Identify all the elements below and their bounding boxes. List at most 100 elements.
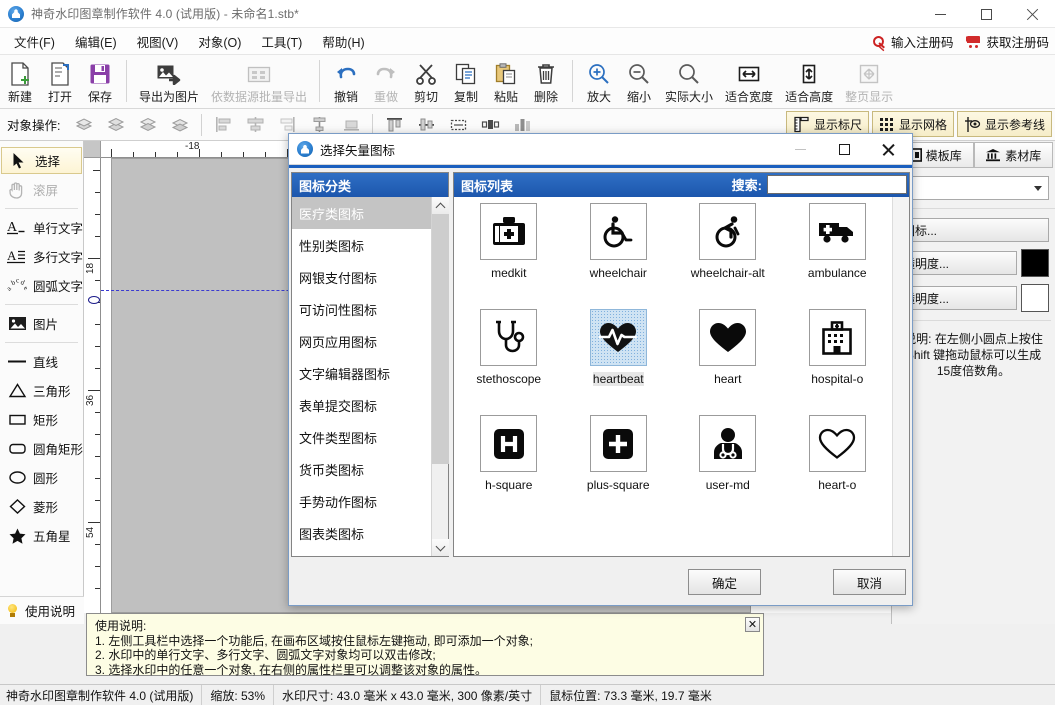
toggle-show-guides[interactable]: 显示参考线	[956, 111, 1052, 137]
toolbar-zoom-in-button[interactable]: 放大	[579, 58, 619, 106]
category-item-chart[interactable]: 图表类图标	[292, 517, 448, 549]
send-backward-button[interactable]	[132, 112, 164, 138]
toolbar-undo-button[interactable]: 撤销	[326, 58, 366, 106]
bring-to-front-button[interactable]	[68, 112, 100, 138]
icon-cell-stethoscope[interactable]: stethoscope	[454, 309, 564, 415]
category-item-gender[interactable]: 性别类图标	[292, 229, 448, 261]
category-item-medical[interactable]: 医疗类图标	[292, 197, 448, 229]
menu-tools[interactable]: 工具(T)	[251, 29, 312, 54]
window-close-button[interactable]	[1009, 0, 1055, 28]
icon-grid-scrollbar[interactable]	[892, 197, 909, 556]
category-item-text-editor[interactable]: 文字编辑器图标	[292, 357, 448, 389]
category-item-currency[interactable]: 货币类图标	[292, 453, 448, 485]
ambulance-icon[interactable]	[808, 203, 866, 260]
guide-handle[interactable]	[88, 296, 100, 304]
dialog-ok-button[interactable]: 确定	[688, 569, 761, 595]
toolbar-actual-size-button[interactable]: 实际大小	[659, 58, 719, 106]
toolbar-fit-page-button[interactable]: 整页显示	[839, 58, 899, 106]
user-md-icon[interactable]	[699, 415, 757, 472]
menu-object[interactable]: 对象(O)	[188, 29, 251, 54]
dialog-maximize-button[interactable]	[822, 134, 866, 165]
window-minimize-button[interactable]	[917, 0, 963, 28]
toolbar-new-button[interactable]: 新建	[0, 58, 40, 106]
category-item-file-type[interactable]: 文件类型图标	[292, 421, 448, 453]
dialog-cancel-button[interactable]: 取消	[833, 569, 906, 595]
stethoscope-icon[interactable]	[480, 309, 538, 366]
category-item-accessibility[interactable]: 可访问性图标	[292, 293, 448, 325]
toolbar-open-button[interactable]: 打开	[40, 58, 80, 106]
tool-image[interactable]: 图片	[0, 309, 83, 338]
icon-cell-h-square[interactable]: h-square	[454, 415, 564, 521]
toolbar-fit-width-button[interactable]: 适合宽度	[719, 58, 779, 106]
tool-star[interactable]: 五角星	[0, 521, 83, 550]
icon-cell-hospital-o[interactable]: hospital-o	[783, 309, 893, 415]
icon-cell-heartbeat[interactable]: heartbeat	[564, 309, 674, 415]
icon-cell-heart-o[interactable]: heart-o	[783, 415, 893, 521]
tool-arc-text[interactable]: abcde 圆弧文字	[0, 271, 83, 300]
align-center-h-button[interactable]	[239, 112, 271, 138]
medkit-icon[interactable]	[480, 203, 538, 260]
toolbar-cut-button[interactable]: 剪切	[406, 58, 446, 106]
category-item-payment[interactable]: 网银支付图标	[292, 261, 448, 293]
align-left-button[interactable]	[207, 112, 239, 138]
usage-help-button[interactable]: 使用说明	[0, 596, 84, 624]
window-maximize-button[interactable]	[963, 0, 1009, 28]
category-item-gesture[interactable]: 手势动作图标	[292, 485, 448, 517]
choose-icon-button[interactable]: 图标...	[898, 218, 1049, 242]
menu-help[interactable]: 帮助(H)	[312, 29, 374, 54]
tool-rectangle[interactable]: 矩形	[0, 405, 83, 434]
scroll-up-button[interactable]	[432, 197, 449, 214]
category-scrollbar[interactable]	[431, 197, 449, 556]
dialog-minimize-button[interactable]	[778, 134, 822, 165]
toolbar-paste-button[interactable]: 粘贴	[486, 58, 526, 106]
wheelchair-alt-icon[interactable]	[699, 203, 757, 260]
icon-cell-wheelchair[interactable]: wheelchair	[564, 203, 674, 309]
toolbar-delete-button[interactable]: 删除	[526, 58, 566, 106]
icon-cell-heart[interactable]: heart	[673, 309, 783, 415]
plus-square-icon[interactable]	[589, 415, 647, 472]
tool-rounded-rectangle[interactable]: 圆角矩形	[0, 434, 83, 463]
h-square-icon[interactable]	[480, 415, 538, 472]
heart-icon[interactable]	[699, 309, 757, 366]
stroke-opacity-button[interactable]: 透明度...	[898, 286, 1017, 310]
scroll-down-button[interactable]	[432, 539, 449, 556]
tool-ellipse[interactable]: 圆形	[0, 463, 83, 492]
tool-triangle[interactable]: 三角形	[0, 376, 83, 405]
instructions-close-button[interactable]: ✕	[745, 617, 760, 632]
fill-color-swatch[interactable]	[1021, 249, 1049, 277]
hospital-o-icon[interactable]	[808, 309, 866, 366]
tool-select[interactable]: 选择	[1, 147, 82, 174]
tool-pan[interactable]: 滚屏	[0, 175, 83, 204]
tool-single-line-text[interactable]: A 单行文字	[0, 213, 83, 242]
toolbar-fit-height-button[interactable]: 适合高度	[779, 58, 839, 106]
category-list[interactable]: 医疗类图标 性别类图标 网银支付图标 可访问性图标 网页应用图标 文字编辑器图标…	[292, 197, 448, 556]
menu-view[interactable]: 视图(V)	[127, 29, 189, 54]
menu-edit[interactable]: 编辑(E)	[65, 29, 127, 54]
enter-license-button[interactable]: 输入注册码	[872, 32, 954, 51]
bring-forward-button[interactable]	[100, 112, 132, 138]
tool-multi-line-text[interactable]: A 多行文字	[0, 242, 83, 271]
icon-cell-user-md[interactable]: user-md	[673, 415, 783, 521]
category-item-webapp[interactable]: 网页应用图标	[292, 325, 448, 357]
vertical-ruler[interactable]: 18 36 54	[84, 158, 101, 613]
category-item-transport[interactable]: 交通运输图标	[292, 549, 448, 556]
toolbar-copy-button[interactable]: 复制	[446, 58, 486, 106]
icon-cell-wheelchair-alt[interactable]: wheelchair-alt	[673, 203, 783, 309]
toolbar-export-image-button[interactable]: 导出为图片	[133, 58, 205, 106]
tab-material-library[interactable]: 素材库	[973, 142, 1053, 168]
fill-opacity-button[interactable]: 透明度...	[898, 251, 1017, 275]
stroke-color-swatch[interactable]	[1021, 284, 1049, 312]
search-input[interactable]	[767, 175, 907, 194]
property-dropdown[interactable]	[898, 176, 1049, 200]
icon-cell-medkit[interactable]: medkit	[454, 203, 564, 309]
icon-cell-plus-square[interactable]: plus-square	[564, 415, 674, 521]
dialog-close-button[interactable]	[866, 134, 910, 165]
menu-file[interactable]: 文件(F)	[4, 29, 65, 54]
toolbar-zoom-out-button[interactable]: 缩小	[619, 58, 659, 106]
icon-cell-ambulance[interactable]: ambulance	[783, 203, 893, 309]
send-to-back-button[interactable]	[164, 112, 196, 138]
toolbar-redo-button[interactable]: 重做	[366, 58, 406, 106]
toolbar-batch-export-button[interactable]: 依数据源批量导出	[205, 58, 313, 106]
wheelchair-icon[interactable]	[589, 203, 647, 260]
get-license-button[interactable]: 获取注册码	[965, 32, 1049, 51]
